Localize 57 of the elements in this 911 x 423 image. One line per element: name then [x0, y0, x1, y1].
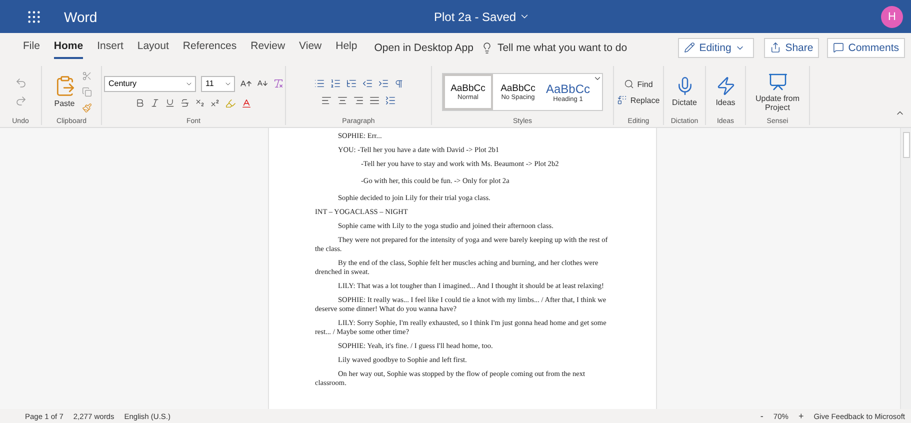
open-in-desktop-button[interactable]: Open in Desktop App: [370, 38, 478, 58]
dictate-button[interactable]: Dictate: [670, 76, 699, 108]
italic-icon[interactable]: [150, 98, 160, 108]
align-left-icon[interactable]: [321, 95, 332, 106]
zoom-out-button[interactable]: -: [760, 411, 764, 421]
align-center-icon[interactable]: [337, 95, 348, 106]
ribbon-tab[interactable]: References: [182, 36, 237, 59]
font-name-dropdown[interactable]: Century: [104, 76, 196, 92]
copy-icon[interactable]: [82, 87, 92, 97]
multilevel-list-icon[interactable]: [346, 78, 356, 89]
bold-icon[interactable]: [135, 98, 145, 108]
document-title[interactable]: Plot 2a - Saved: [434, 10, 516, 24]
app-launcher-icon[interactable]: [26, 8, 42, 24]
superscript-icon[interactable]: [210, 98, 220, 108]
comments-button[interactable]: Comments: [827, 38, 905, 58]
decrease-indent-icon[interactable]: [362, 78, 372, 89]
ideas-button[interactable]: Ideas: [714, 76, 738, 108]
pencil-icon[interactable]: [684, 42, 696, 53]
update-from-project-button[interactable]: Update from Project: [750, 72, 805, 112]
ribbon-tab[interactable]: File: [23, 36, 40, 59]
justify-icon[interactable]: [369, 95, 380, 106]
grow-font-icon[interactable]: [240, 78, 252, 90]
editing-mode-dropdown[interactable]: Editing: [678, 38, 754, 58]
find-button[interactable]: Find: [624, 79, 653, 89]
ribbon-tab[interactable]: Insert: [97, 36, 124, 59]
lightbulb-icon[interactable]: [481, 42, 494, 54]
scrollbar-thumb[interactable]: [902, 132, 910, 158]
lightning-icon[interactable]: [716, 76, 736, 96]
numbering-icon[interactable]: [330, 78, 340, 89]
font-size-dropdown[interactable]: 11: [200, 76, 234, 92]
font-color-icon[interactable]: [241, 98, 252, 108]
redo-icon[interactable]: [14, 95, 26, 107]
clear-formatting-icon[interactable]: [272, 78, 284, 89]
search-icon[interactable]: [624, 79, 634, 89]
subscript-icon[interactable]: [195, 98, 205, 108]
undo-icon[interactable]: [14, 77, 26, 89]
tell-me-search[interactable]: Tell me what you want to do: [477, 38, 632, 58]
share-button[interactable]: Share: [764, 38, 820, 58]
share-icon[interactable]: [770, 42, 782, 53]
underline-icon[interactable]: [165, 98, 175, 108]
chevron-down-icon[interactable]: [593, 74, 602, 83]
replace-button[interactable]: Replace: [617, 95, 660, 105]
paste-button[interactable]: Paste: [52, 75, 78, 109]
pilcrow-icon[interactable]: [394, 78, 404, 88]
ribbon-tab[interactable]: View: [299, 36, 322, 59]
align-right-icon[interactable]: [353, 95, 364, 106]
ribbon-tab[interactable]: Review: [250, 36, 286, 59]
increase-indent-icon[interactable]: [378, 78, 388, 89]
strikethrough-icon[interactable]: [180, 98, 190, 108]
comment-icon[interactable]: [833, 42, 844, 53]
ribbon-tab[interactable]: Help: [336, 36, 358, 59]
line-spacing-icon[interactable]: [385, 95, 396, 106]
ribbon-tab[interactable]: Home: [54, 36, 84, 59]
zoom-in-button[interactable]: +: [798, 411, 804, 421]
app-name: Word: [64, 8, 98, 24]
scissors-icon[interactable]: [82, 71, 92, 81]
ribbon-tab[interactable]: Layout: [137, 36, 169, 59]
